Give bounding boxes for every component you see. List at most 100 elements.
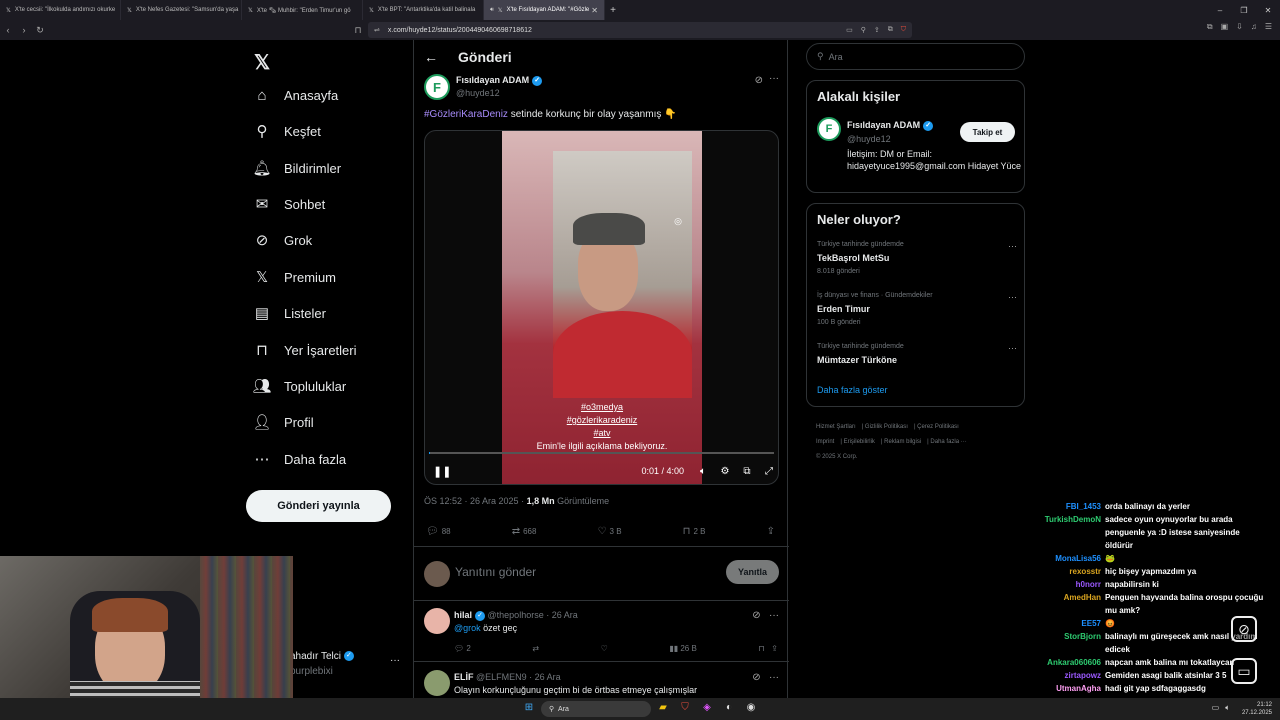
footer-link[interactable]: Hizmet Şartları <box>816 424 856 430</box>
close-tab-icon[interactable]: ✕ <box>591 6 598 15</box>
hashtag-link[interactable]: #GözleriKaraDeniz <box>424 109 508 120</box>
menu-icon[interactable]: ☰ <box>1265 22 1272 32</box>
bookmark-button[interactable]: ⊓ 2 B <box>683 526 706 537</box>
minimize-icon[interactable]: – <box>1208 6 1232 15</box>
reply-item[interactable]: hilal ✓ @thepolhorse · 26 Ara ⊘ ··· @grok… <box>414 602 789 662</box>
post-timestamp[interactable]: ÖS 12:52 · 26 Ara 2025 · <box>424 496 527 506</box>
avatar[interactable]: F <box>424 74 450 100</box>
like-button[interactable]: ♡ 3 B <box>598 526 622 537</box>
sidebar-item-bookmarks[interactable]: ⊓ Yer İşaretleri <box>246 334 356 366</box>
more-options-icon[interactable]: ··· <box>769 73 779 84</box>
footer-link[interactable]: Çerez Politikası <box>917 424 959 430</box>
repost-button[interactable]: ⇄ 668 <box>512 526 537 537</box>
trend-item[interactable]: Türkiye tarihinde gündemde TekBaşrol Met… <box>817 241 1017 275</box>
volume-icon[interactable]: 🔈︎ <box>1225 703 1230 713</box>
browser-tab[interactable]: 𝕏 X'te cecsii: "İlkokulda andımızı okurke <box>0 0 121 20</box>
mention-link[interactable]: @grok <box>454 623 481 633</box>
pause-icon[interactable]: ❚❚ <box>433 465 451 478</box>
app-icon[interactable]: ◈ <box>700 702 714 716</box>
sidebar-item-premium[interactable]: 𝕏 Premium <box>246 261 336 293</box>
avatar[interactable] <box>424 608 450 634</box>
wallet-icon[interactable]: ▣ <box>1221 22 1229 32</box>
post-button[interactable]: Gönderi yayınla <box>246 490 391 522</box>
new-tab-icon[interactable]: + <box>605 5 621 16</box>
brave-icon[interactable]: ⛉ <box>678 702 692 716</box>
windows-start-icon[interactable]: ⊞ <box>522 702 536 716</box>
trend-item[interactable]: İş dünyası ve finans · Gündemdekiler Erd… <box>817 292 1017 326</box>
sidebar-item-explore[interactable]: ⚲ Keşfet <box>246 115 321 147</box>
browser-tab[interactable]: 𝕏 X'te BPT: "Antarktika'da katil balinala <box>363 0 484 20</box>
network-icon[interactable]: ▭ <box>1212 703 1220 713</box>
back-arrow-icon[interactable]: ← <box>414 49 448 65</box>
video-progress[interactable] <box>429 452 774 454</box>
repost-icon[interactable]: ⇄ <box>532 644 539 653</box>
share-icon[interactable]: ⇪ <box>874 26 880 34</box>
audio-icon[interactable]: 🔊︎ <box>490 7 494 14</box>
fullscreen-icon[interactable]: ⤢ <box>758 466 778 477</box>
copy-icon[interactable]: ⧉ <box>888 26 893 34</box>
settings-icon[interactable]: ⚙ <box>714 466 736 477</box>
views-button[interactable]: ▮▮ 26 B <box>669 644 697 653</box>
browser-tab[interactable]: 𝕏 X'te 🗞 Muhbir: "Erden Timur'un gö <box>242 0 363 20</box>
restore-icon[interactable]: ❐ <box>1232 6 1256 15</box>
more-options-icon[interactable]: ··· <box>1008 241 1017 251</box>
extensions-icon[interactable]: ⧉ <box>1207 22 1213 32</box>
reply-button[interactable]: 💬︎ 2 <box>454 644 471 653</box>
reply-author[interactable]: ELİF <box>454 672 474 682</box>
sidebar-item-profile[interactable]: 👤︎ Profil <box>246 406 313 438</box>
footer-link[interactable]: Daha fazla ··· <box>930 439 966 445</box>
site-info-icon[interactable]: ⇌ <box>374 26 380 34</box>
more-options-icon[interactable]: ··· <box>1008 292 1017 302</box>
reply-button[interactable]: 💬︎ 88 <box>426 526 451 537</box>
more-options-icon[interactable]: ⊘ ··· <box>752 672 779 683</box>
sidebar-item-messages[interactable]: ✉ Sohbet <box>246 188 326 220</box>
x-logo-icon[interactable]: 𝕏 <box>254 50 270 75</box>
browser-tab-active[interactable]: 🔊︎ 𝕏 X'te Fısıldayan ADAM: "#Gözle ✕ <box>484 0 605 20</box>
heart-icon[interactable]: ♡ <box>601 644 608 653</box>
obs-icon[interactable]: ◉ <box>744 702 758 716</box>
pip-icon[interactable]: ⧉ <box>736 466 758 477</box>
sidebar-item-grok[interactable]: ⊘ Grok <box>246 224 312 256</box>
reply-submit-button[interactable]: Yanıtla <box>726 560 779 584</box>
author-name[interactable]: Fısıldayan ADAM ✓ <box>456 75 543 86</box>
reply-input[interactable]: Yanıtını gönder <box>455 565 536 579</box>
share-button[interactable]: ⇪ <box>767 526 778 537</box>
reply-item[interactable]: ELİF @ELFMEN9 · 26 Ara ⊘ ··· Olayın kork… <box>414 664 789 698</box>
search-input[interactable]: ⚲ Ara <box>806 43 1025 70</box>
footer-link[interactable]: Reklam bilgisi <box>884 439 921 445</box>
close-window-icon[interactable]: ✕ <box>1256 6 1280 15</box>
follow-button[interactable]: Takip et <box>960 122 1015 142</box>
sidebar-item-notifications[interactable]: 🔔︎ Bildirimler <box>246 152 341 184</box>
folder-icon[interactable]: ▰ <box>656 702 670 716</box>
sidebar-item-communities[interactable]: 👥︎ Topluluklar <box>246 370 346 402</box>
taskbar-search[interactable]: ⚲ Ara <box>541 701 651 717</box>
avatar[interactable]: F <box>817 117 841 141</box>
author-handle[interactable]: @huyde12 <box>456 88 500 98</box>
show-more-link[interactable]: Daha fazla göster <box>817 385 888 395</box>
avatar[interactable] <box>424 670 450 696</box>
download-icon[interactable]: ⇩ <box>1236 22 1243 32</box>
reply-author[interactable]: hilal <box>454 610 472 620</box>
footer-link[interactable]: Imprint <box>816 439 834 445</box>
browser-tab[interactable]: 𝕏 X'te Nefes Gazetesi: "Samsun'da yaşa <box>121 0 242 20</box>
sidebar-item-home[interactable]: ⌂ Anasayfa <box>246 79 338 111</box>
address-bar[interactable]: ⇌ x.com/huyde12/status/20044904606987186… <box>368 22 912 38</box>
person-name[interactable]: Fısıldayan ADAM ✓ <box>847 120 934 131</box>
footer-link[interactable]: Gizlilik Politikası <box>865 424 908 430</box>
trend-item[interactable]: Türkiye tarihinde gündemde Mümtazer Türk… <box>817 343 1017 365</box>
more-options-icon[interactable]: ··· <box>1008 343 1017 353</box>
forward-icon[interactable]: › <box>16 25 32 35</box>
grok-icon[interactable]: ⊘ <box>755 75 763 86</box>
clock[interactable]: 21:12 27.12.2025 <box>1242 701 1272 717</box>
account-switcher[interactable]: ahadır Telci ✓ purplebixi ··· <box>290 651 400 677</box>
volume-icon[interactable]: 🔈︎ <box>692 466 714 477</box>
video-player[interactable]: ◎ #o3medya #gözlerikaradeniz #atv Emin'l… <box>424 130 779 485</box>
reload-icon[interactable]: ↻ <box>32 25 48 36</box>
more-options-icon[interactable]: ⊘ ··· <box>752 610 779 621</box>
bookmark-icon[interactable]: ⊓ ⇪ <box>758 644 778 653</box>
music-icon[interactable]: ♫ <box>1251 22 1257 32</box>
steam-icon[interactable]: ◐ <box>722 702 736 716</box>
brave-shield-icon[interactable]: ⛉ <box>901 26 906 34</box>
bookmark-page-icon[interactable]: ⊓ <box>350 25 366 36</box>
more-options-icon[interactable]: ··· <box>390 655 400 666</box>
